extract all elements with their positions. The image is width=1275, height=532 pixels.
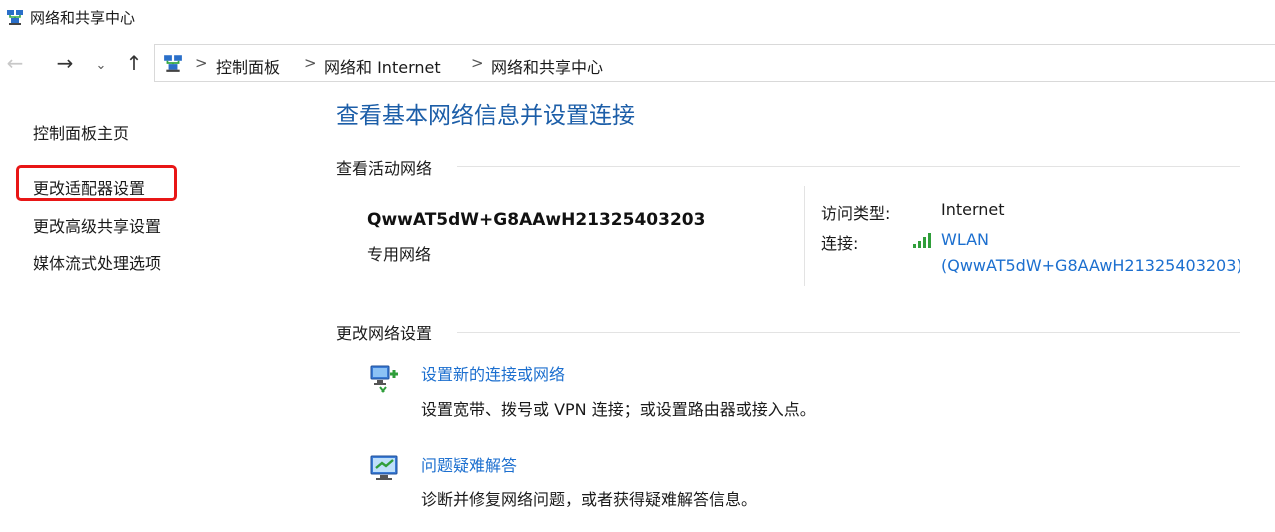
connections-label: 连接:: [821, 234, 859, 253]
section-divider: [457, 332, 1240, 333]
wifi-signal-icon: [913, 233, 931, 248]
breadcrumb-control-panel[interactable]: 控制面板: [216, 54, 280, 78]
vertical-divider: [804, 186, 805, 286]
network-center-icon: [7, 10, 23, 25]
network-center-icon: [164, 55, 182, 72]
breadcrumb-separator-icon: >: [195, 54, 208, 72]
forward-arrow-icon[interactable]: →: [52, 52, 78, 74]
new-connection-icon: [370, 365, 398, 393]
setup-new-connection-description: 设置宽带、拨号或 VPN 连接；或设置路由器或接入点。: [421, 400, 816, 419]
troubleshoot-icon: [370, 455, 398, 480]
title-bar: 网络和共享中心: [0, 0, 1275, 34]
change-network-settings-heading: 更改网络设置: [336, 324, 433, 343]
window-title: 网络和共享中心: [30, 9, 136, 27]
access-type-value: Internet: [941, 200, 1005, 219]
address-bar[interactable]: > 控制面板 > 网络和 Internet > 网络和共享中心: [154, 44, 1275, 82]
sidebar-item-advanced-sharing-settings[interactable]: 更改高级共享设置: [33, 213, 161, 237]
page-title: 查看基本网络信息并设置连接: [336, 103, 635, 129]
sidebar-item-change-adapter-settings[interactable]: 更改适配器设置: [33, 175, 145, 199]
troubleshoot-problems-link[interactable]: 问题疑难解答: [421, 452, 517, 476]
sidebar-item-media-streaming-options[interactable]: 媒体流式处理选项: [33, 250, 161, 274]
up-arrow-icon[interactable]: ↑: [122, 52, 146, 74]
recent-locations-chevron-icon[interactable]: ⌄: [92, 55, 110, 77]
wlan-connection-link[interactable]: WLAN: [941, 230, 989, 249]
sidebar-item-control-panel-home[interactable]: 控制面板主页: [33, 120, 129, 144]
breadcrumb-separator-icon: >: [471, 54, 484, 72]
breadcrumb-separator-icon: >: [304, 54, 317, 72]
wlan-connection-detail-link[interactable]: (QwwAT5dW+G8AAwH21325403203): [941, 256, 1240, 275]
section-divider: [457, 166, 1240, 167]
back-arrow-icon[interactable]: ←: [4, 52, 26, 74]
troubleshoot-problems-description: 诊断并修复网络问题，或者获得疑难解答信息。: [421, 490, 758, 509]
breadcrumb-network-internet[interactable]: 网络和 Internet: [324, 54, 441, 78]
setup-new-connection-link[interactable]: 设置新的连接或网络: [421, 361, 565, 385]
access-type-label: 访问类型:: [821, 204, 891, 223]
network-name: QwwAT5dW+G8AAwH21325403203: [367, 210, 706, 230]
network-type: 专用网络: [367, 245, 432, 264]
active-networks-heading: 查看活动网络: [336, 159, 433, 178]
breadcrumb-network-sharing-center[interactable]: 网络和共享中心: [491, 54, 603, 78]
